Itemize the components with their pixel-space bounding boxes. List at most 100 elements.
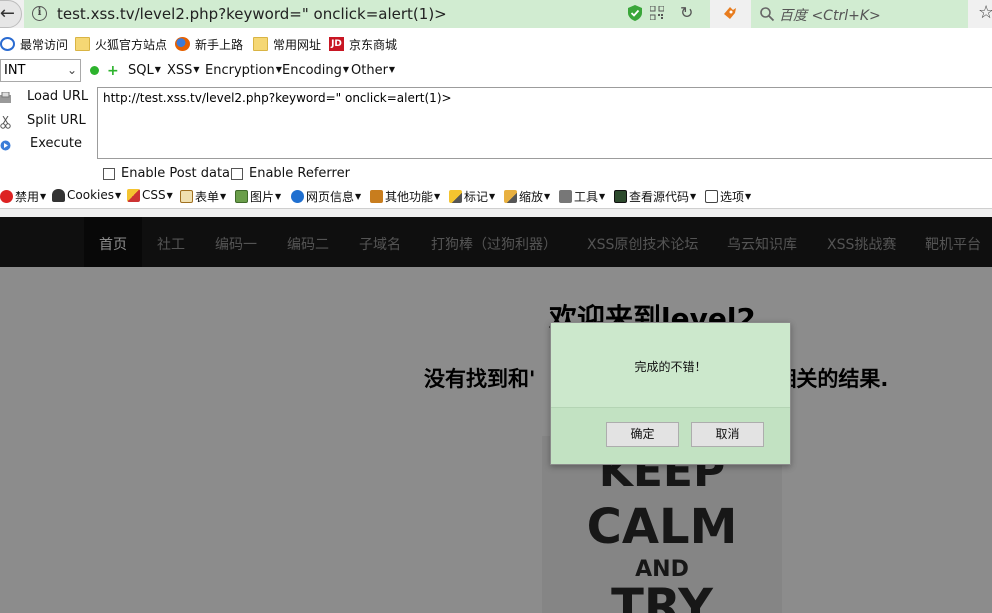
execute-icon xyxy=(0,140,11,151)
bookmark-firefox-site[interactable]: 火狐官方站点 xyxy=(75,36,167,52)
wd-images-menu[interactable]: 图片 ▼ xyxy=(235,188,281,205)
menu-sql[interactable]: SQL▼ xyxy=(128,63,161,78)
wd-misc-menu[interactable]: 其他功能 ▼ xyxy=(370,188,440,205)
info-circle-icon xyxy=(291,190,304,203)
resize-icon xyxy=(504,190,517,203)
search-box[interactable]: 百度 <Ctrl+K> xyxy=(751,0,968,28)
bookmark-common-sites[interactable]: 常用网址 xyxy=(253,36,321,52)
bookmark-label: 京东商城 xyxy=(349,37,398,52)
alert-footer: 确定 取消 xyxy=(551,407,790,464)
shield-icon[interactable] xyxy=(628,5,642,21)
caret-down-icon: ▼ xyxy=(388,65,396,74)
bookmark-getting-started[interactable]: 新手上路 xyxy=(175,36,243,52)
menu-label: SQL xyxy=(128,63,154,78)
bookmark-label: 常用网址 xyxy=(273,37,322,52)
back-arrow-icon: ← xyxy=(0,3,15,24)
wd-cookies-menu[interactable]: Cookies ▼ xyxy=(52,188,121,202)
menu-label: Encoding xyxy=(282,63,342,78)
qr-code-icon[interactable] xyxy=(650,6,664,20)
caret-down-icon: ▼ xyxy=(220,192,227,201)
addon-icon[interactable] xyxy=(722,5,738,21)
action-label: Load URL xyxy=(27,89,89,104)
tools-icon xyxy=(559,190,572,203)
menu-encryption[interactable]: Encryption▼ xyxy=(205,63,282,78)
wd-tools-menu[interactable]: 工具 ▼ xyxy=(559,188,605,205)
load-url-button[interactable]: Load URL xyxy=(0,89,90,109)
back-button[interactable]: ← xyxy=(0,0,22,28)
caret-down-icon: ▼ xyxy=(193,65,200,74)
chevron-down-icon: ⌄ xyxy=(66,63,77,77)
wd-label: 图片 xyxy=(250,190,275,204)
wd-label: CSS xyxy=(142,188,166,202)
caret-down-icon: ▼ xyxy=(114,190,122,200)
menu-other[interactable]: Other▼ xyxy=(351,63,395,78)
bookmark-most-visited[interactable]: 最常访问 xyxy=(0,36,68,52)
caret-down-icon: ▼ xyxy=(154,65,161,74)
url-bar[interactable]: i test.xss.tv/level2.php?keyword=" oncli… xyxy=(24,0,710,28)
wd-outline-menu[interactable]: 标记 ▼ xyxy=(449,188,495,205)
wd-resize-menu[interactable]: 缩放 ▼ xyxy=(504,188,550,205)
source-code-icon xyxy=(614,190,627,203)
wd-view-source-menu[interactable]: 查看源代码 ▼ xyxy=(614,188,696,205)
alert-dialog: 完成的不错！ 确定 取消 xyxy=(550,322,791,465)
increase-icon[interactable]: + xyxy=(107,63,119,79)
wd-label: 网页信息 xyxy=(306,190,355,204)
info-icon[interactable]: i xyxy=(32,6,47,21)
caret-down-icon: ▼ xyxy=(342,65,350,74)
decrease-icon[interactable] xyxy=(90,66,99,75)
wd-options-menu[interactable]: 选项 ▼ xyxy=(705,188,751,205)
hackbar-url-textarea[interactable]: http://test.xss.tv/level2.php?keyword=" … xyxy=(97,87,992,159)
caret-down-icon: ▼ xyxy=(40,192,47,201)
bookmark-star-icon[interactable]: ☆ xyxy=(978,2,992,23)
menu-xss[interactable]: XSS▼ xyxy=(167,63,200,78)
disable-icon xyxy=(0,190,13,203)
menu-encoding[interactable]: Encoding▼ xyxy=(282,63,349,78)
bookmark-label: 最常访问 xyxy=(20,37,69,52)
wd-label: 其他功能 xyxy=(385,190,434,204)
wd-disable-menu[interactable]: 禁用 ▼ xyxy=(0,188,46,205)
url-text[interactable]: test.xss.tv/level2.php?keyword=" onclick… xyxy=(57,5,447,23)
checkbox-label: Enable Post data xyxy=(121,166,231,181)
jd-icon: JD xyxy=(329,37,344,51)
box-icon xyxy=(370,190,383,203)
checkbox-box[interactable] xyxy=(103,167,115,180)
pencil-icon xyxy=(127,188,140,202)
wd-page-info-menu[interactable]: 网页信息 ▼ xyxy=(291,188,361,205)
form-icon xyxy=(180,190,193,203)
magnifier-icon xyxy=(0,37,15,51)
image-icon xyxy=(235,190,248,203)
navigation-bar: ← i test.xss.tv/level2.php?keyword=" onc… xyxy=(0,0,992,28)
web-page: 首页 社工 编码一 编码二 子域名 打狗棒（过狗利器） XSS原创技术论坛 乌云… xyxy=(0,217,992,613)
wd-css-menu[interactable]: CSS ▼ xyxy=(127,188,173,202)
search-placeholder: 百度 <Ctrl+K> xyxy=(779,8,881,24)
action-label: Execute xyxy=(30,136,82,151)
menu-label: XSS xyxy=(167,63,193,78)
caret-down-icon: ▼ xyxy=(275,192,282,201)
scissors-icon xyxy=(0,116,11,129)
caret-down-icon: ▼ xyxy=(489,192,496,201)
hackbar-type-select[interactable]: INT ⌄ xyxy=(0,59,81,82)
menu-label: Encryption xyxy=(205,63,275,78)
caret-down-icon: ▼ xyxy=(690,192,697,201)
cancel-button[interactable]: 取消 xyxy=(691,422,764,447)
execute-button[interactable]: Execute xyxy=(0,136,90,156)
bookmarks-toolbar: 最常访问 火狐官方站点 新手上路 常用网址 JD 京东商城 xyxy=(0,32,992,56)
checkbox-label: Enable Referrer xyxy=(249,166,350,181)
split-url-button[interactable]: Split URL xyxy=(0,113,90,133)
reload-icon[interactable]: ↻ xyxy=(680,3,693,22)
ok-button[interactable]: 确定 xyxy=(606,422,679,447)
bookmark-jd[interactable]: JD 京东商城 xyxy=(329,36,397,52)
wd-label: 缩放 xyxy=(519,190,544,204)
checkbox-box[interactable] xyxy=(231,167,243,180)
wd-label: Cookies xyxy=(67,188,114,202)
web-developer-toolbar: 禁用 ▼ Cookies ▼ CSS ▼ 表单 ▼ 图片 ▼ 网页信息 ▼ 其他功能 ▼ 标记… xyxy=(0,186,992,208)
wd-label: 标记 xyxy=(464,190,489,204)
folder-icon xyxy=(75,37,90,51)
caret-down-icon: ▼ xyxy=(434,192,441,201)
enable-referrer-checkbox[interactable]: Enable Referrer xyxy=(231,166,350,181)
enable-post-data-checkbox[interactable]: Enable Post data xyxy=(103,166,230,181)
menu-label: Other xyxy=(351,63,388,78)
wd-forms-menu[interactable]: 表单 ▼ xyxy=(180,188,226,205)
alert-message: 完成的不错！ xyxy=(634,360,707,374)
folder-icon xyxy=(253,37,268,51)
